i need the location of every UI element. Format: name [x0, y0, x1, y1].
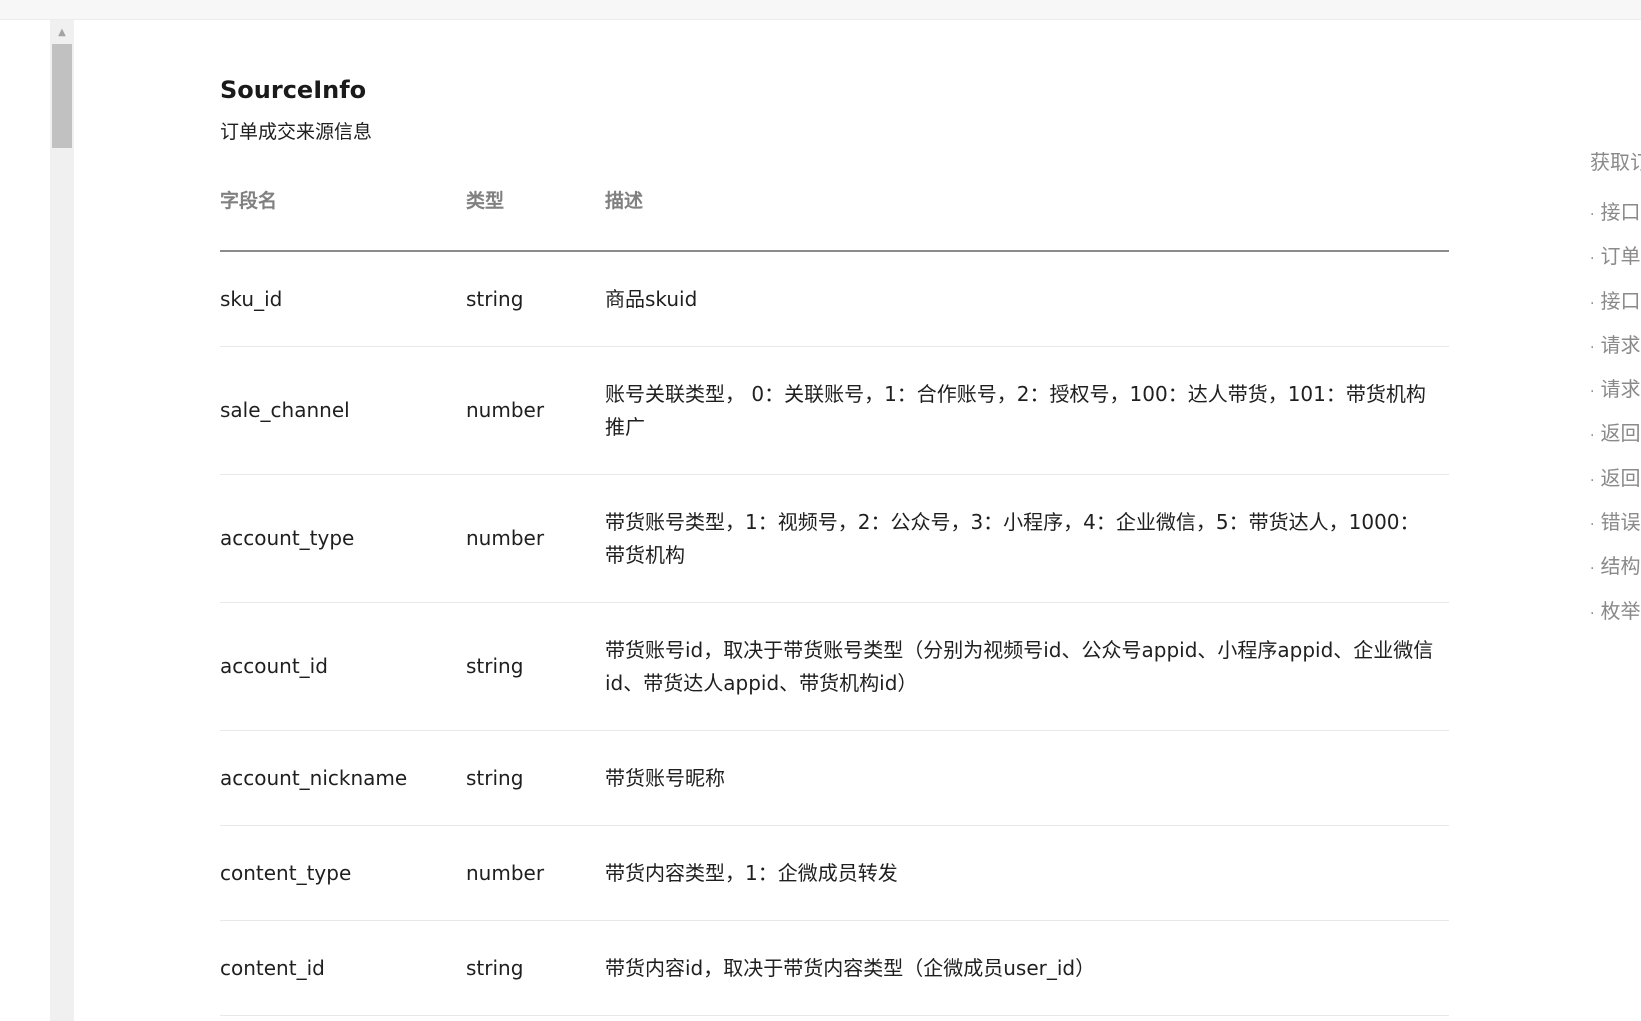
toc-item-label: 枚举 — [1600, 598, 1641, 623]
field-name: account_nickname — [220, 730, 466, 826]
field-description: 带货内容id，取决于带货内容类型（企微成员user_id） — [605, 920, 1449, 1016]
table-row: account_type number 带货账号类型，1：视频号，2：公众号，3… — [220, 474, 1449, 603]
browser-top-bar — [0, 0, 1641, 20]
chevron-up-icon[interactable]: ▲ — [50, 20, 74, 44]
field-name: content_id — [220, 920, 466, 1016]
left-gutter — [0, 20, 50, 1021]
toc-item-label: 接口 — [1600, 288, 1641, 313]
toc-item[interactable]: · 枚举 — [1590, 589, 1641, 633]
field-type: string — [466, 251, 605, 347]
bullet-icon: · — [1590, 517, 1595, 534]
section-subtitle: 订单成交来源信息 — [220, 121, 373, 143]
toc-item-label: 订单 — [1600, 244, 1641, 269]
toc-item-label: 接口 — [1600, 200, 1641, 224]
field-description: 带货账号id，取决于带货账号类型（分别为视频号id、公众号appid、小程序ap… — [605, 602, 1449, 731]
bullet-icon: · — [1590, 605, 1595, 622]
scroll-thumb[interactable] — [52, 44, 72, 148]
toc-item[interactable]: · 请求 — [1590, 323, 1641, 367]
toc-item[interactable]: · 订单 — [1590, 234, 1641, 278]
toc-item-label: 结构 — [1600, 554, 1641, 579]
field-type: string — [466, 730, 605, 826]
field-description: 带货内容类型，1：企微成员转发 — [605, 825, 1449, 921]
field-name: content_type — [220, 825, 466, 921]
section-title: SourceInfo — [220, 76, 367, 104]
bullet-icon: · — [1590, 251, 1595, 268]
field-description: 账号关联类型， 0：关联账号，1：合作账号，2：授权号，100：达人带货，101… — [605, 346, 1449, 475]
toc-item[interactable]: · 结构 — [1590, 544, 1641, 588]
bullet-icon: · — [1590, 472, 1595, 489]
doc-content: SourceInfo 订单成交来源信息 字段名 类型 描述 sku_id str… — [220, 20, 1450, 1016]
toc-item[interactable]: · 错误 — [1590, 500, 1641, 544]
bullet-icon: · — [1590, 384, 1595, 401]
table-row: account_nickname string 带货账号昵称 — [220, 730, 1449, 826]
table-row: account_id string 带货账号id，取决于带货账号类型（分别为视频… — [220, 602, 1449, 731]
table-row: content_type number 带货内容类型，1：企微成员转发 — [220, 825, 1449, 921]
header-field-name: 字段名 — [220, 172, 466, 252]
toc-item[interactable]: · 返回 — [1590, 456, 1641, 500]
bullet-icon: · — [1590, 339, 1595, 356]
field-type: string — [466, 920, 605, 1016]
table-row: sku_id string 商品skuid — [220, 251, 1449, 347]
toc-item-label: 请求 — [1600, 332, 1641, 357]
table-row: sale_channel number 账号关联类型， 0：关联账号，1：合作账… — [220, 346, 1449, 475]
table-row: content_id string 带货内容id，取决于带货内容类型（企微成员u… — [220, 920, 1449, 1016]
field-name: account_type — [220, 474, 466, 603]
header-description: 描述 — [605, 172, 1449, 252]
toc-item-label: 返回 — [1600, 465, 1641, 490]
bullet-icon: · — [1590, 428, 1595, 445]
sidebar-scrollbar[interactable]: ▲ — [50, 20, 74, 1021]
field-description: 带货账号类型，1：视频号，2：公众号，3：小程序，4：企业微信，5：带货达人，1… — [605, 474, 1449, 603]
table-header-row: 字段名 类型 描述 — [220, 172, 1449, 252]
field-description: 商品skuid — [605, 251, 1449, 347]
field-type: number — [466, 474, 605, 603]
toc-heading[interactable]: 获取订 — [1590, 146, 1641, 190]
bullet-icon: · — [1590, 561, 1595, 578]
toc-item[interactable]: · 请求 — [1590, 367, 1641, 411]
field-name: account_id — [220, 602, 466, 731]
toc-item-label: 返回 — [1600, 421, 1641, 446]
toc-item-label: 错误 — [1600, 510, 1641, 535]
bullet-icon: · — [1590, 295, 1595, 312]
toc-item[interactable]: · 接口 — [1590, 190, 1641, 234]
toc-item-label: 请求 — [1600, 377, 1641, 402]
bullet-icon: · — [1590, 207, 1595, 223]
field-type: number — [466, 825, 605, 921]
field-name: sale_channel — [220, 346, 466, 475]
toc-item[interactable]: · 返回 — [1590, 411, 1641, 455]
fields-table: 字段名 类型 描述 sku_id string 商品skuid sale_cha… — [220, 172, 1449, 1016]
toc-item[interactable]: · 接口 — [1590, 279, 1641, 323]
field-type: string — [466, 602, 605, 731]
field-description: 带货账号昵称 — [605, 730, 1449, 826]
header-type: 类型 — [466, 172, 605, 252]
field-name: sku_id — [220, 251, 466, 347]
field-type: number — [466, 346, 605, 475]
table-of-contents: 获取订 · 接口 · 订单 · 接口 · 请求 · 请求 · 返回 · 返回 · 错误 · 结构 … — [1590, 146, 1641, 633]
